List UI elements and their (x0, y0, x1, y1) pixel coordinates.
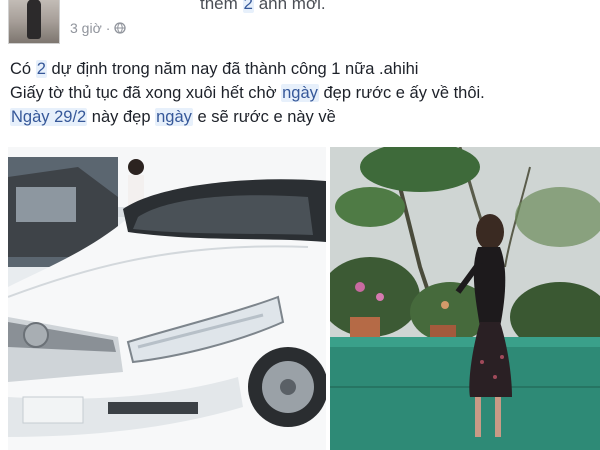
highlighted-keyword[interactable]: ngày (155, 108, 193, 126)
photo-car[interactable] (8, 147, 326, 450)
avatar-figure (27, 0, 41, 39)
header-count[interactable]: 2 (242, 0, 254, 13)
photo-woman-garden[interactable] (330, 147, 600, 450)
post-timestamp[interactable]: 3 giờ (70, 20, 102, 36)
highlighted-keyword[interactable]: 2 (35, 60, 47, 78)
header-suffix: ảnh mới. (254, 0, 326, 13)
post-meta: 3 giờ · (70, 20, 127, 36)
post-body: Có 2 dự định trong năm nay đã thành công… (10, 57, 590, 129)
post-text-segment: dự định trong năm nay đã thành công 1 nữ… (46, 60, 419, 78)
post-text-segment: này đẹp (87, 108, 156, 126)
car-photo-illustration (8, 147, 326, 450)
post-text-segment: đẹp rước e ấy về thôi. (318, 84, 485, 102)
post-text-segment: e sẽ rước e này về (192, 108, 336, 126)
highlighted-keyword[interactable]: ngày (281, 84, 319, 102)
post-line: Giấy tờ thủ tục đã xong xuôi hết chờ ngà… (10, 81, 590, 105)
highlighted-keyword[interactable]: Ngày 29/2 (10, 108, 88, 126)
dot-separator: · (105, 20, 111, 36)
post-line: Ngày 29/2 này đẹp ngày e sẽ rước e này v… (10, 105, 590, 129)
post-line: Có 2 dự định trong năm nay đã thành công… (10, 57, 590, 81)
post-text-segment: Giấy tờ thủ tục đã xong xuôi hết chờ (10, 84, 282, 102)
post-header: thêm 2 ảnh mới. (200, 0, 326, 14)
author-avatar[interactable] (8, 0, 60, 44)
globe-icon[interactable] (114, 22, 127, 34)
post-text-segment: Có (10, 60, 36, 78)
garden-photo-illustration (330, 147, 600, 450)
header-prefix: thêm (200, 0, 243, 13)
